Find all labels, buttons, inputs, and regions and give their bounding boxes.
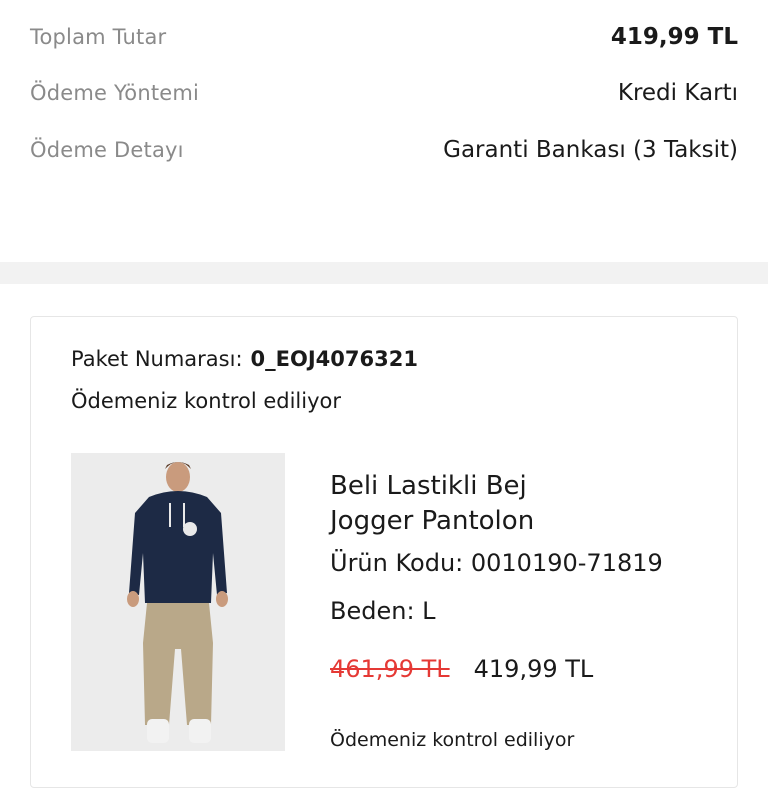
total-value: 419,99 TL <box>610 24 738 50</box>
package-card: Paket Numarası: 0_EOJ4076321 Ödemeniz kon… <box>30 316 738 788</box>
order-summary: Toplam Tutar 419,99 TL Ödeme Yöntemi Kre… <box>0 0 768 262</box>
product-name-line1: Beli Lastikli Bej <box>330 471 527 501</box>
package-number-value: 0_EOJ4076321 <box>250 347 418 371</box>
package-number-label: Paket Numarası: <box>71 347 243 371</box>
model-photo-icon <box>71 453 285 751</box>
summary-row-payment-method: Ödeme Yöntemi Kredi Kartı <box>30 73 738 113</box>
payment-method-label: Ödeme Yöntemi <box>30 81 200 105</box>
payment-method-value: Kredi Kartı <box>617 80 738 106</box>
product-info: Beli Lastikli Bej Jogger Pantolon Ürün K… <box>330 469 710 683</box>
product-image[interactable] <box>71 453 285 751</box>
payment-detail-label: Ödeme Detayı <box>30 138 184 162</box>
section-divider <box>0 262 768 284</box>
total-label: Toplam Tutar <box>30 25 167 49</box>
summary-row-payment-detail: Ödeme Detayı Garanti Bankası (3 Taksit) <box>30 130 738 170</box>
product-name-line2: Jogger Pantolon <box>330 506 535 536</box>
package-status: Ödemeniz kontrol ediliyor <box>71 389 341 413</box>
package-number: Paket Numarası: 0_EOJ4076321 <box>71 347 418 371</box>
product-size: Beden: L <box>330 597 436 625</box>
product-payment-status: Ödemeniz kontrol ediliyor <box>330 729 575 751</box>
product-name[interactable]: Beli Lastikli Bej Jogger Pantolon <box>330 469 710 539</box>
product-code: Ürün Kodu: 0010190-71819 <box>330 549 663 577</box>
old-price: 461,99 TL <box>330 655 450 683</box>
payment-detail-value: Garanti Bankası (3 Taksit) <box>443 137 738 163</box>
summary-row-total: Toplam Tutar 419,99 TL <box>30 17 738 57</box>
product-prices: 461,99 TL 419,99 TL <box>330 655 710 683</box>
new-price: 419,99 TL <box>473 655 594 683</box>
